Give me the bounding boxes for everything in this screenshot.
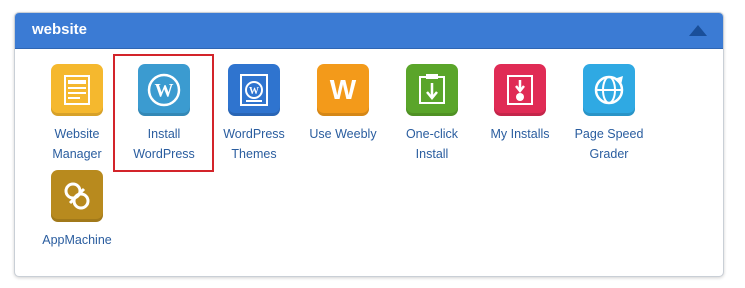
website-panel: website Website Manager W Install WordPr…: [14, 12, 724, 277]
globe-icon: [583, 64, 635, 116]
weebly-icon: W: [317, 64, 369, 116]
tile-label: Website Manager: [52, 127, 102, 161]
tile-label: One-click Install: [405, 127, 459, 161]
tile-one-click-install[interactable]: One-click Install: [388, 64, 476, 164]
website-manager-icon: [51, 64, 103, 116]
wordpress-themes-icon: W: [228, 64, 280, 116]
tile-label: My Installs: [490, 127, 550, 141]
tile-label: WordPress Themes: [223, 127, 285, 161]
tile-label: AppMachine: [42, 233, 112, 247]
appmachine-icon: [51, 170, 103, 222]
tile-my-installs[interactable]: My Installs: [476, 64, 564, 144]
tile-page-speed-grader[interactable]: Page Speed Grader: [565, 64, 653, 164]
my-installs-icon: [494, 64, 546, 116]
tile-label: Use Weebly: [309, 127, 377, 141]
panel-title: website: [32, 21, 88, 38]
tile-label: Page Speed Grader: [574, 127, 644, 161]
panel-header: website: [15, 13, 723, 49]
caret-up-icon[interactable]: [687, 24, 709, 38]
one-click-install-icon: [406, 64, 458, 116]
highlight-frame: [113, 54, 214, 172]
tile-wordpress-themes[interactable]: W WordPress Themes: [210, 64, 298, 164]
svg-text:W: W: [249, 86, 259, 97]
tile-website-manager[interactable]: Website Manager: [33, 64, 121, 164]
tile-use-weebly[interactable]: W Use Weebly: [299, 64, 387, 144]
tile-appmachine[interactable]: AppMachine: [33, 170, 121, 250]
